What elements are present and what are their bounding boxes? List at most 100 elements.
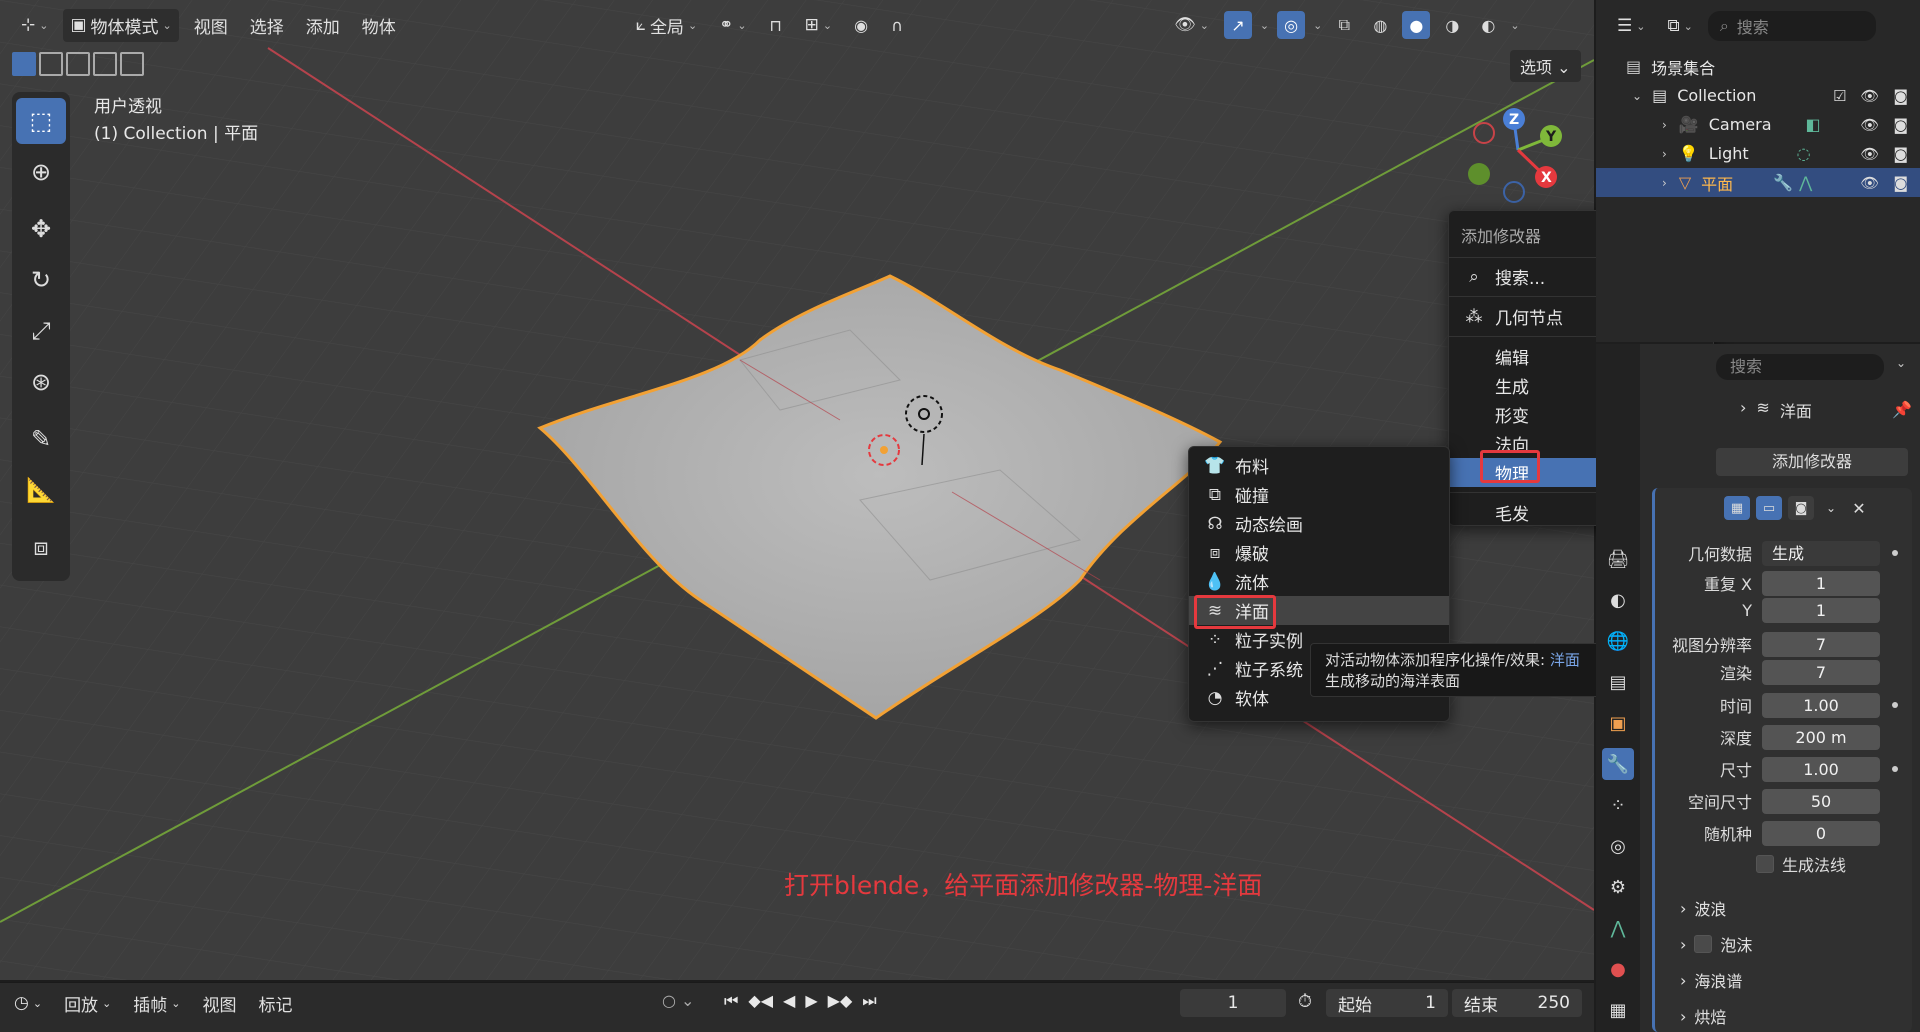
camera-render-icon[interactable]: ◙ [1893, 145, 1908, 163]
menu-object[interactable]: 物体 [355, 9, 403, 42]
visibility-dropdown[interactable]: 👁 ⌄ [1167, 11, 1216, 39]
collection-row[interactable]: ⌄ ▤ Collection ☑ 👁 ◙ [1596, 81, 1920, 110]
light-data-icon[interactable]: ◌ [1797, 144, 1811, 163]
render-toggle-icon[interactable]: ◙ [1788, 496, 1814, 520]
expand-chevron-icon[interactable]: › [1662, 147, 1667, 161]
snap-target-dropdown[interactable]: ⊞ ⌄ [798, 11, 839, 39]
submenu-collision[interactable]: ⧉ 碰撞 [1189, 480, 1449, 509]
repeat-y-input[interactable]: 1 [1762, 597, 1880, 623]
outliner-editor-type[interactable]: ☰ ⌄ [1610, 12, 1652, 40]
random-seed-input[interactable]: 0 [1762, 820, 1880, 846]
repeat-x-input[interactable]: 1 [1762, 570, 1880, 596]
snap-icon[interactable]: ⊓ [762, 11, 790, 39]
section-waves[interactable]: › 波浪 [1680, 896, 1726, 920]
data-tab-icon[interactable]: ⋀ [1602, 912, 1634, 944]
submenu-cloth[interactable]: 👕 布料 [1189, 451, 1449, 480]
texture-tab-icon[interactable]: ▦ [1602, 994, 1634, 1026]
transform-tool-icon[interactable]: ⊛ [16, 359, 66, 405]
modifier-menu-chevron-icon[interactable]: ⌄ [1820, 496, 1842, 520]
menu-view[interactable]: 视图 [187, 9, 235, 42]
modifier-tab-icon[interactable]: 🔧 [1602, 748, 1634, 780]
select-invert-icon[interactable] [93, 52, 117, 76]
checkbox-icon[interactable] [1756, 855, 1774, 873]
solid-shading-icon[interactable]: ● [1402, 11, 1431, 39]
playback-dropdown[interactable]: 回放 ⌄ [64, 991, 111, 1016]
rotate-tool-icon[interactable]: ↻ [16, 257, 66, 303]
play-reverse-icon[interactable]: ◀ [783, 991, 795, 1011]
outliner-item-plane[interactable]: › ▽ 平面 🔧 ⋀ 👁 ◙ [1596, 168, 1920, 197]
material-shading-icon[interactable]: ◑ [1438, 11, 1466, 39]
world-tab-icon[interactable]: ▤ [1602, 666, 1634, 698]
remove-modifier-icon[interactable]: ✕ [1848, 496, 1870, 520]
camera-data-icon[interactable]: ◧ [1806, 115, 1821, 134]
jump-end-icon[interactable]: ⏭ [862, 991, 876, 1011]
keying-dropdown[interactable]: 插帧 ⌄ [133, 991, 180, 1016]
timeline-editor-type[interactable]: ◷ ⌄ [14, 993, 42, 1013]
physics-tab-icon[interactable]: ◎ [1602, 830, 1634, 862]
prev-keyframe-icon[interactable]: ◆◀ [748, 991, 773, 1011]
camera-render-icon[interactable]: ◙ [1893, 174, 1908, 192]
depth-input[interactable]: 200 m [1762, 724, 1880, 750]
view-layer-tab-icon[interactable]: ◐ [1602, 584, 1634, 616]
checkbox-icon[interactable]: ☑ [1833, 87, 1846, 105]
scale-tool-icon[interactable]: ⤢ [16, 308, 66, 354]
jump-start-icon[interactable]: ⏮ [724, 991, 738, 1011]
current-frame-field[interactable]: 1 [1180, 989, 1286, 1017]
timeline-view-menu[interactable]: 视图 [203, 991, 237, 1016]
particles-tab-icon[interactable]: ⁘ [1602, 789, 1634, 821]
render-resolution-input[interactable]: 7 [1762, 659, 1880, 685]
keyframe-dot-icon[interactable] [1892, 702, 1898, 708]
submenu-fluid[interactable]: 💧 流体 [1189, 567, 1449, 596]
select-new-icon[interactable] [12, 52, 36, 76]
proportional-edit-icon[interactable]: ◉ [847, 11, 875, 39]
stopwatch-icon[interactable]: ⏱ [1298, 991, 1312, 1012]
outliner-search-input[interactable]: ⌕ 搜索 [1707, 11, 1876, 41]
play-icon[interactable]: ▶ [805, 991, 817, 1011]
camera-render-icon[interactable]: ◙ [1893, 87, 1908, 105]
pin-icon[interactable]: 📌 [1892, 400, 1912, 419]
next-keyframe-icon[interactable]: ▶◆ [828, 991, 853, 1011]
xray-toggle-icon[interactable]: ⧉ [1330, 11, 1358, 39]
constraints-tab-icon[interactable]: ⚙ [1602, 871, 1634, 903]
eye-icon[interactable]: 👁 [1860, 116, 1879, 134]
mesh-data-icon[interactable]: ⋀ [1799, 173, 1812, 192]
timeline-marker-menu[interactable]: 标记 [259, 991, 293, 1016]
submenu-dynamic-paint[interactable]: ☊ 动态绘画 [1189, 509, 1449, 538]
size-input[interactable]: 1.00 [1762, 756, 1880, 782]
section-spectrum[interactable]: › 海浪谱 [1680, 968, 1742, 992]
keyframe-dot-icon[interactable] [1892, 766, 1898, 772]
spatial-size-input[interactable]: 50 [1762, 788, 1880, 814]
menu-select[interactable]: 选择 [243, 9, 291, 42]
falloff-icon[interactable]: ∩ [883, 11, 911, 39]
end-frame-field[interactable]: 结束 250 [1452, 989, 1582, 1017]
edit-mode-toggle-icon[interactable]: ▦ [1724, 496, 1750, 520]
scene-tab-icon[interactable]: 🌐 [1602, 625, 1634, 657]
pivot-dropdown[interactable]: ⚭ ⌄ [712, 11, 753, 39]
menu-add[interactable]: 添加 [299, 9, 347, 42]
annotate-tool-icon[interactable]: ✎ [16, 416, 66, 462]
eye-icon[interactable]: 👁 [1860, 174, 1879, 192]
material-tab-icon[interactable]: ● [1602, 953, 1634, 985]
object-tab-icon[interactable]: ▣ [1602, 707, 1634, 739]
select-box-tool-icon[interactable]: ⬚ [16, 98, 66, 144]
eye-icon[interactable]: 👁 [1860, 145, 1879, 163]
properties-search-input[interactable]: 搜索 [1716, 354, 1884, 380]
cursor-tool-icon[interactable]: ⊕ [16, 149, 66, 195]
section-bake[interactable]: › 烘焙 [1680, 1004, 1726, 1028]
add-cube-tool-icon[interactable]: ⧈ [16, 524, 66, 570]
time-input[interactable]: 1.00 [1762, 692, 1880, 718]
generate-normals-checkbox[interactable]: 生成法线 [1756, 852, 1846, 876]
gizmo-toggle-icon[interactable]: ↗ [1223, 11, 1252, 39]
add-modifier-button[interactable]: 添加修改器 [1716, 448, 1908, 476]
display-mode-dropdown[interactable]: ⧉ ⌄ [1660, 12, 1699, 40]
overlay-toggle-icon[interactable]: ◎ [1277, 11, 1306, 39]
camera-render-icon[interactable]: ◙ [1893, 116, 1908, 134]
auto-key-icon[interactable]: ○ ⌄ [662, 991, 694, 1010]
mode-dropdown[interactable]: ▣ 物体模式 ⌄ [63, 8, 179, 42]
select-extend-icon[interactable] [39, 52, 63, 76]
eye-icon[interactable]: 👁 [1860, 87, 1879, 105]
geometry-dropdown[interactable]: 生成 [1762, 540, 1880, 566]
editor-type-button[interactable]: ⊹ ⌄ [14, 11, 55, 39]
select-subtract-icon[interactable] [66, 52, 90, 76]
foam-checkbox[interactable] [1694, 935, 1713, 953]
